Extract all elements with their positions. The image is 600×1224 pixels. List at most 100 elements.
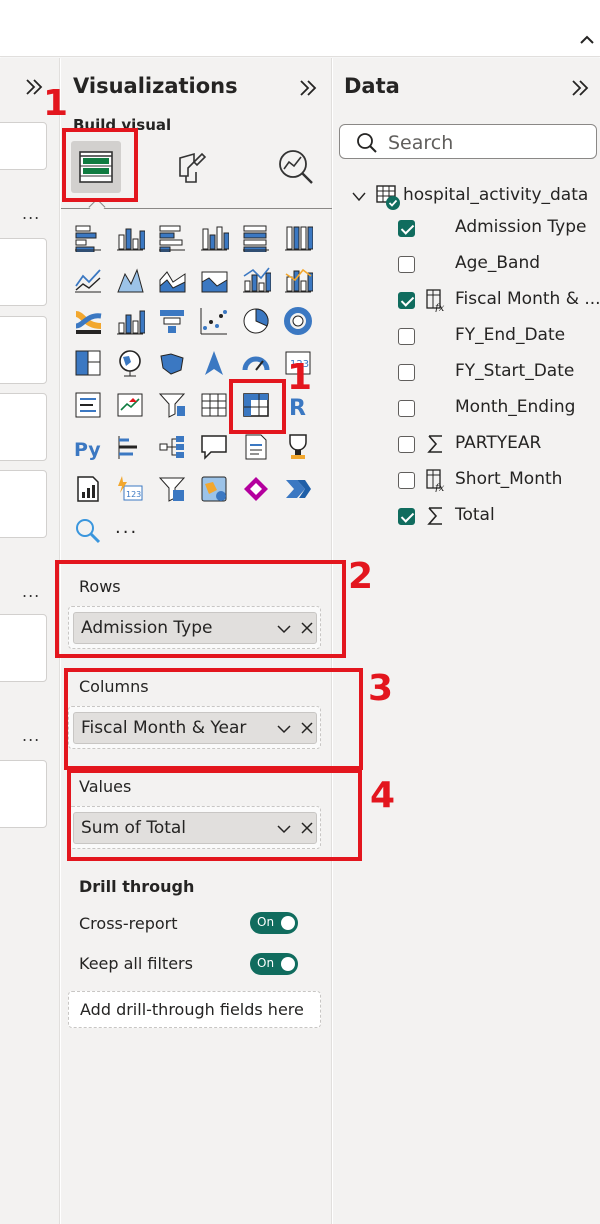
qa-search-icon[interactable] <box>73 516 103 546</box>
kpi-icon[interactable] <box>115 390 145 420</box>
search-input[interactable]: Search <box>339 124 597 159</box>
table-icon[interactable] <box>199 390 229 420</box>
filled-map-icon[interactable] <box>157 348 187 378</box>
filter-card[interactable]: e <box>0 470 47 538</box>
cross-report-toggle[interactable]: On <box>250 912 298 934</box>
map-icon[interactable] <box>115 348 145 378</box>
azure-map-icon[interactable] <box>199 348 229 378</box>
field-checkbox[interactable] <box>398 220 415 237</box>
chevron-down-icon[interactable] <box>351 189 367 205</box>
area-chart-icon[interactable] <box>115 264 145 294</box>
field-item[interactable]: Age_Band <box>398 250 600 280</box>
line-chart-icon[interactable] <box>73 264 103 294</box>
stacked-bar-icon[interactable] <box>73 222 103 253</box>
keep-filters-toggle[interactable]: On <box>250 953 298 975</box>
100-column-icon[interactable] <box>283 222 314 252</box>
svg-text:Py: Py <box>74 439 101 461</box>
waterfall-icon[interactable] <box>115 306 146 336</box>
filter-card[interactable] <box>0 238 47 306</box>
format-visual-tab[interactable] <box>166 141 216 193</box>
field-checkbox[interactable] <box>398 328 415 345</box>
clustered-column-icon[interactable] <box>115 222 146 252</box>
clustered-bar-icon[interactable] <box>157 222 187 253</box>
stacked-area-icon[interactable] <box>157 264 187 294</box>
field-item[interactable]: fx Fiscal Month & ... <box>398 286 600 316</box>
field-item[interactable]: fx Short_Month <box>398 466 600 496</box>
scatter-icon[interactable] <box>199 306 229 336</box>
smart-narrative-icon[interactable] <box>241 432 271 462</box>
line-column-icon[interactable] <box>241 264 272 294</box>
field-checkbox[interactable] <box>398 508 415 525</box>
data-title: Data <box>344 74 400 98</box>
filter-card[interactable] <box>0 316 47 384</box>
more-options-icon[interactable]: ... <box>22 726 40 745</box>
search-placeholder: Search <box>388 132 454 154</box>
annotation-box-rows <box>55 560 346 658</box>
drill-through-title: Drill through <box>79 877 195 896</box>
table-node[interactable]: hospital_activity_data <box>351 182 600 212</box>
gauge-icon[interactable] <box>241 348 271 378</box>
stacked-column-icon[interactable] <box>199 222 230 252</box>
table-icon <box>376 185 400 210</box>
field-item[interactable]: Month_Ending <box>398 394 600 424</box>
field-item[interactable]: Total <box>398 502 600 532</box>
slicer-icon[interactable] <box>157 390 187 420</box>
qa-icon[interactable] <box>199 432 229 462</box>
filter-card[interactable]: e <box>0 760 47 828</box>
top-bar <box>0 0 600 57</box>
field-name: Month_Ending <box>455 397 576 417</box>
field-item[interactable]: FY_End_Date <box>398 322 600 352</box>
filter-card[interactable] <box>0 393 47 461</box>
field-item[interactable]: Admission Type <box>398 214 600 244</box>
pie-icon[interactable] <box>241 306 271 336</box>
multirow-card-icon[interactable] <box>73 390 103 420</box>
funnel-icon[interactable] <box>157 306 187 336</box>
field-checkbox[interactable] <box>398 364 415 381</box>
field-checkbox[interactable] <box>398 400 415 417</box>
double-chevron-right-icon[interactable] <box>297 77 319 99</box>
annotation-box-matrix <box>229 379 286 434</box>
drill-through-well[interactable]: Add drill-through fields here <box>68 991 321 1028</box>
double-chevron-right-icon[interactable] <box>569 77 591 99</box>
field-name: Total <box>455 505 495 525</box>
field-checkbox[interactable] <box>398 256 415 273</box>
analytics-icon <box>279 150 313 184</box>
svg-text:fx: fx <box>434 303 445 312</box>
table-name: hospital_activity_data <box>403 185 589 205</box>
more-options-icon[interactable]: ... <box>22 582 40 601</box>
paginated-report-icon[interactable] <box>73 474 103 504</box>
more-icon[interactable]: ... <box>115 516 145 546</box>
collapse-ribbon-icon[interactable] <box>577 30 597 50</box>
power-apps-diamond-icon[interactable] <box>241 474 271 504</box>
field-checkbox[interactable] <box>398 436 415 453</box>
visualizations-title: Visualizations <box>73 74 238 98</box>
power-automate-icon[interactable] <box>283 474 313 504</box>
toggle-knob <box>281 916 295 930</box>
field-checkbox[interactable] <box>398 292 415 309</box>
filter-card[interactable]: e <box>0 614 47 682</box>
narrative-icon[interactable] <box>157 474 187 504</box>
treemap-icon[interactable] <box>73 348 103 378</box>
double-chevron-right-icon[interactable] <box>23 76 45 98</box>
donut-icon[interactable] <box>283 306 313 336</box>
annotation-box-columns <box>64 668 363 770</box>
ribbon-icon[interactable] <box>73 306 103 336</box>
field-checkbox[interactable] <box>398 472 415 489</box>
key-influencers-icon[interactable] <box>115 432 145 462</box>
python-visual-icon[interactable]: Py <box>73 432 103 462</box>
more-options-icon[interactable]: ... <box>22 204 40 223</box>
arcgis-icon[interactable] <box>199 474 229 504</box>
field-item[interactable]: FY_Start_Date <box>398 358 600 388</box>
svg-text:fx: fx <box>434 483 445 492</box>
metrics-icon[interactable] <box>283 432 313 462</box>
100-area-icon[interactable] <box>199 264 229 294</box>
filters-pane: ... e ... e ... e <box>0 58 60 1224</box>
100-bar-icon[interactable] <box>241 222 271 253</box>
calculated-column-icon: fx <box>426 289 445 312</box>
filter-search-box[interactable] <box>0 122 47 170</box>
analytics-tab[interactable] <box>271 141 321 193</box>
decomposition-tree-icon[interactable] <box>157 432 187 462</box>
line-clustered-column-icon[interactable] <box>283 264 314 294</box>
field-item[interactable]: PARTYEAR <box>398 430 600 460</box>
power-apps-icon[interactable]: 123 <box>115 474 145 504</box>
